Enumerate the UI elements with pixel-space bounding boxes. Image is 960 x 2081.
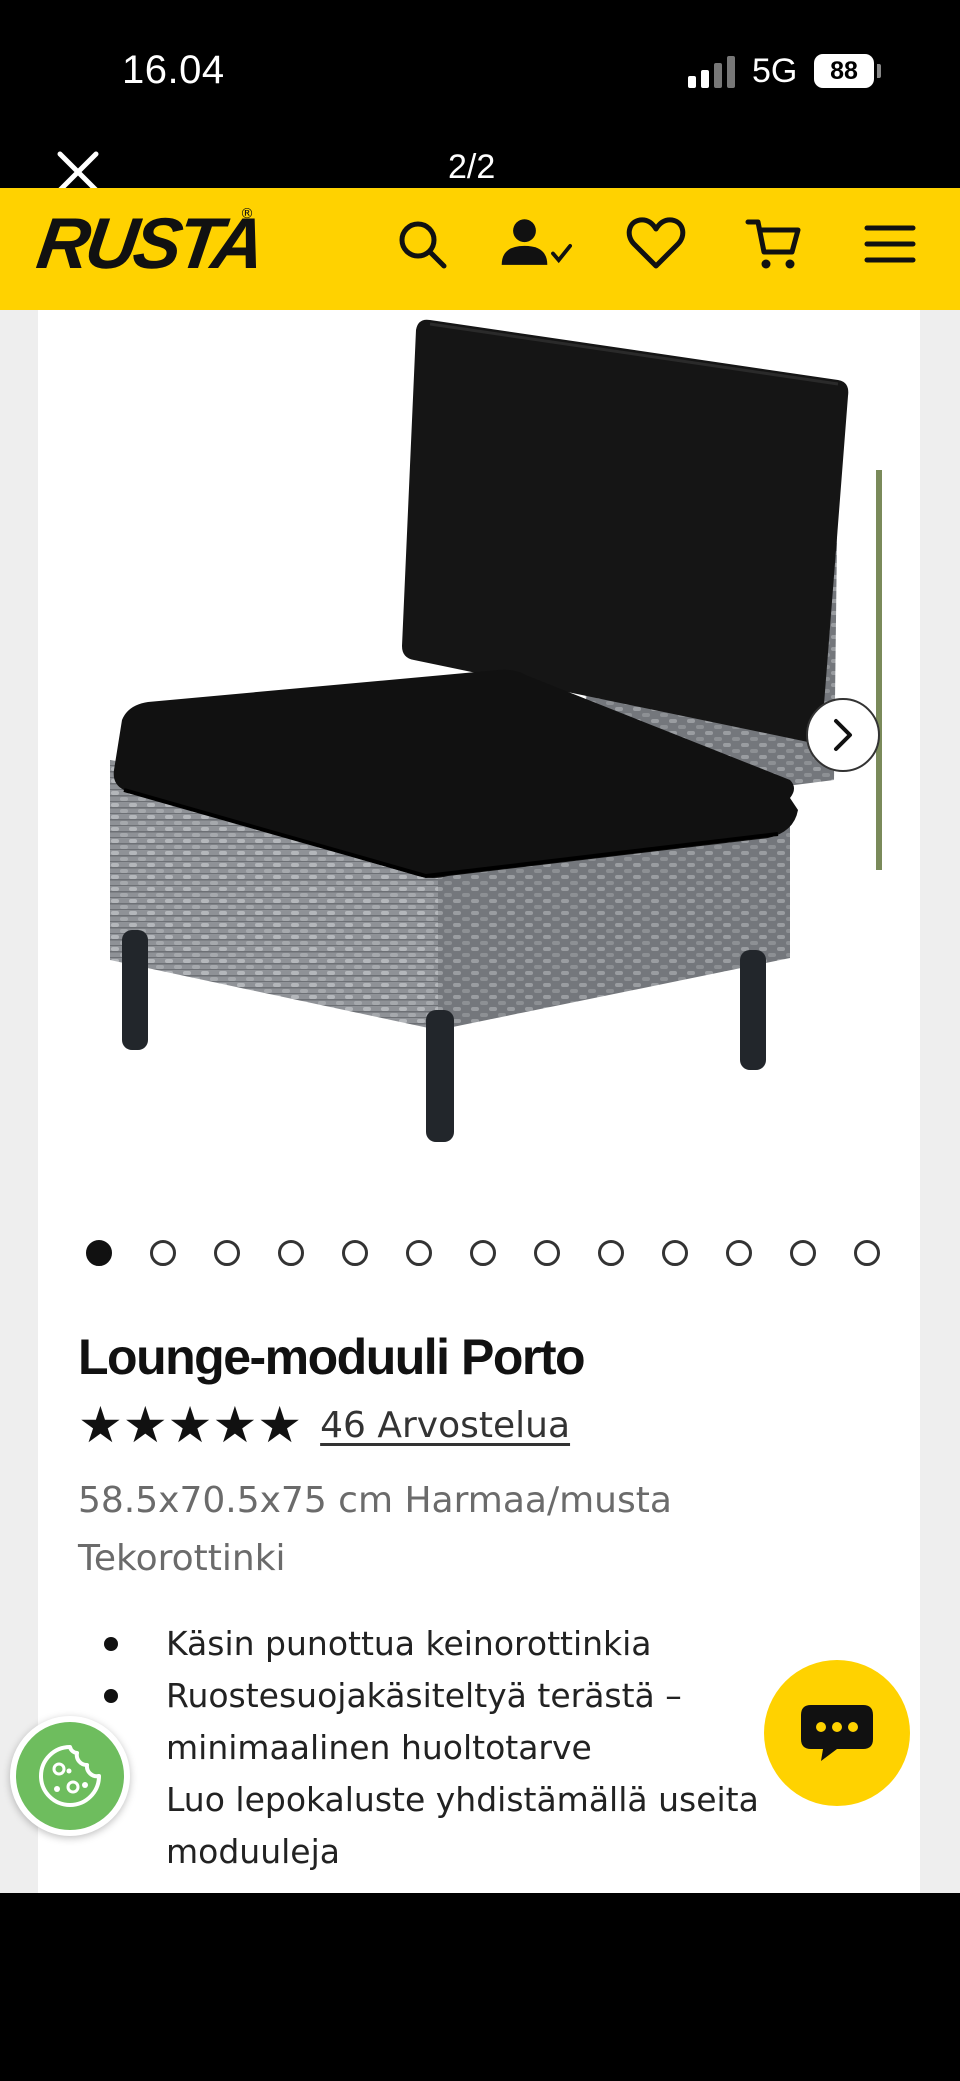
cart-icon	[745, 219, 801, 269]
cookie-icon	[39, 1745, 101, 1807]
feature-text: Ruostesuojakäsiteltyä terästä – minimaal…	[166, 1676, 682, 1767]
battery-level: 88	[814, 54, 874, 88]
reviews-link[interactable]: 46 Arvostelua	[320, 1405, 570, 1446]
armchair-image[interactable]	[38, 310, 920, 1190]
pagination-dot[interactable]	[342, 1240, 368, 1266]
signal-icon	[688, 56, 738, 88]
pagination-dot[interactable]	[726, 1240, 752, 1266]
status-time: 16.04	[122, 48, 225, 92]
feature-item: Käsin punottua keinorottinkia	[78, 1618, 858, 1670]
bullet-icon	[104, 1637, 118, 1651]
bottom-bar	[0, 1893, 960, 2081]
pagination-dot[interactable]	[662, 1240, 688, 1266]
registered-mark: ®	[240, 206, 254, 222]
pagination-dot[interactable]	[214, 1240, 240, 1266]
pagination-dot[interactable]	[406, 1240, 432, 1266]
star-icon: ★★★★★	[78, 1396, 303, 1454]
product-card: Lounge-moduuli Porto ★★★★★ 46 Arvostelua…	[38, 310, 920, 1893]
feature-list: Käsin punottua keinorottinkia Ruostesuoj…	[78, 1618, 858, 1878]
feature-text: Luo lepokaluste yhdistämällä useita modu…	[166, 1780, 759, 1871]
network-type: 5G	[752, 52, 798, 90]
product-title: Lounge-moduuli Porto	[78, 1329, 586, 1385]
cart-button[interactable]	[736, 206, 812, 282]
search-button[interactable]	[384, 206, 460, 282]
feature-item: Luo lepokaluste yhdistämällä useita modu…	[78, 1774, 858, 1878]
chat-button[interactable]	[764, 1660, 910, 1806]
chat-icon	[801, 1705, 873, 1761]
pagination-dot[interactable]	[790, 1240, 816, 1266]
account-button[interactable]	[496, 206, 572, 282]
pagination-dot[interactable]	[470, 1240, 496, 1266]
page-indicator: 2/2	[448, 148, 496, 186]
menu-icon	[864, 225, 916, 263]
star-rating: ★★★★★	[78, 1400, 302, 1450]
pagination-dot[interactable]	[278, 1240, 304, 1266]
search-icon	[399, 221, 447, 269]
image-pagination	[86, 1240, 880, 1266]
next-image-button[interactable]	[806, 698, 880, 772]
bullet-icon	[104, 1689, 118, 1703]
feature-item: Ruostesuojakäsiteltyä terästä – minimaal…	[78, 1670, 858, 1774]
pagination-dot[interactable]	[150, 1240, 176, 1266]
pagination-dot[interactable]	[86, 1240, 112, 1266]
product-subtitle: 58.5x70.5x75 cm Harmaa/musta Tekorottink…	[78, 1480, 672, 1579]
pagination-dot[interactable]	[854, 1240, 880, 1266]
feature-text: Käsin punottua keinorottinkia	[166, 1624, 652, 1663]
site-header: RUSTA ®	[0, 188, 960, 310]
battery-icon	[877, 64, 881, 78]
pagination-dot[interactable]	[598, 1240, 624, 1266]
account-icon	[501, 219, 572, 265]
pagination-dot[interactable]	[534, 1240, 560, 1266]
rusta-logo[interactable]: RUSTA	[32, 204, 266, 284]
menu-button[interactable]	[852, 206, 928, 282]
wishlist-button[interactable]	[618, 206, 694, 282]
cookie-settings-button[interactable]	[10, 1716, 130, 1836]
heart-icon	[626, 217, 686, 269]
chevron-right-icon	[834, 719, 852, 751]
product-rating: ★★★★★ 46 Arvostelua	[78, 1400, 570, 1450]
status-bar: 16.04 5G 88	[0, 0, 960, 140]
